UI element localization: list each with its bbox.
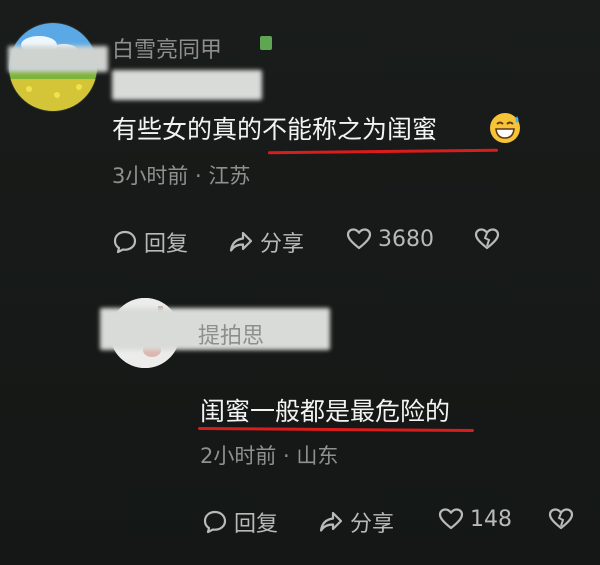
username-text: 提拍思 <box>198 324 265 349</box>
sweat-grin-emoji-icon <box>490 113 520 143</box>
comment-thread: 白雪亮同甲 有些女的真的不能称之为闺蜜 3小时前 · 江苏 回复 分享 3680 <box>0 0 600 565</box>
like-button[interactable]: 3680 <box>346 226 434 252</box>
broken-heart-icon <box>548 508 574 530</box>
speech-bubble-icon <box>203 510 227 534</box>
like-button[interactable]: 148 <box>438 506 512 532</box>
share-arrow-icon <box>319 511 343 532</box>
dislike-button[interactable] <box>548 506 574 532</box>
heart-icon <box>438 508 464 530</box>
comment-text: 有些女的真的不能称之为闺蜜 <box>112 115 438 144</box>
speech-bubble-icon <box>113 230 137 254</box>
highlight-underline <box>267 148 499 155</box>
dislike-button[interactable] <box>474 226 500 252</box>
like-count: 3680 <box>378 226 434 252</box>
redaction-blur <box>112 70 262 100</box>
share-label: 分享 <box>350 512 395 537</box>
share-label: 分享 <box>260 232 305 257</box>
username[interactable]: 白雪亮同甲 <box>112 30 262 100</box>
green-badge-icon <box>260 36 272 50</box>
comment-meta: 3小时前 · 江苏 <box>112 164 251 188</box>
like-count: 148 <box>470 506 512 532</box>
highlight-underline <box>197 427 475 432</box>
username-text: 白雪亮同甲 <box>112 38 223 63</box>
heart-icon <box>346 228 372 250</box>
broken-heart-icon <box>474 228 500 250</box>
share-button[interactable]: 分享 <box>318 506 394 538</box>
comment-text: 闺蜜一般都是最危险的 <box>200 397 451 426</box>
username[interactable]: 提拍思 <box>198 316 265 349</box>
share-arrow-icon <box>229 231 253 252</box>
reply-label: 回复 <box>234 512 279 537</box>
comment-meta: 2小时前 · 山东 <box>200 444 339 468</box>
reply-label: 回复 <box>144 232 189 257</box>
redaction-blur <box>8 46 108 72</box>
share-button[interactable]: 分享 <box>228 226 304 258</box>
reply-button[interactable]: 回复 <box>202 506 278 538</box>
reply-button[interactable]: 回复 <box>112 226 188 258</box>
